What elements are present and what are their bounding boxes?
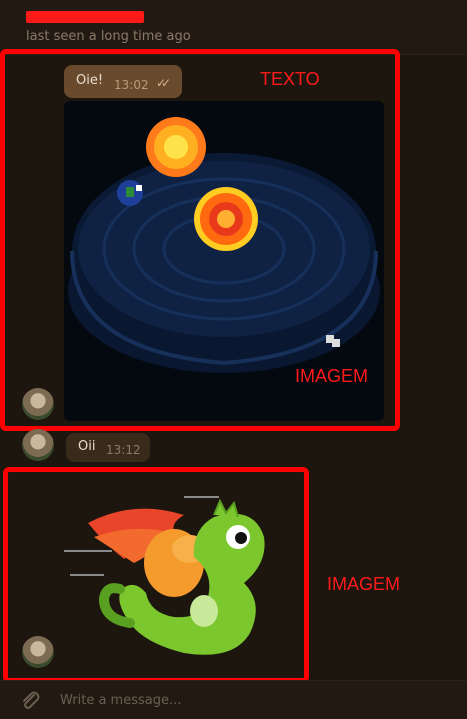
message-bubble-incoming[interactable]: Oii 13:12	[66, 433, 150, 462]
annotation-label-imagem-2: IMAGEM	[327, 574, 401, 594]
message-input[interactable]: Write a message...	[60, 693, 181, 708]
annotation-label-imagem-1: IMAGEM	[295, 366, 369, 386]
avatar[interactable]	[22, 636, 54, 668]
message-list[interactable]: TEXTO Oie! 13:02 ✓✓ IMAGEM Oii 13:12 IMA…	[0, 49, 467, 683]
message-text: Oii	[78, 439, 96, 454]
message-time: 13:12	[106, 443, 141, 457]
sticker-image[interactable]	[64, 493, 294, 663]
redacted-contact-name	[26, 11, 144, 23]
double-check-icon: ✓✓	[156, 76, 171, 90]
message-bubble-outgoing[interactable]: Oie! 13:02 ✓✓	[64, 65, 182, 98]
avatar[interactable]	[22, 388, 54, 420]
avatar[interactable]	[22, 429, 54, 461]
chat-header[interactable]: last seen a long time ago	[0, 0, 467, 55]
message-text: Oie!	[76, 73, 104, 88]
annotation-label-texto: TEXTO	[260, 69, 320, 89]
message-time: 13:02	[114, 78, 149, 92]
last-seen-status: last seen a long time ago	[26, 29, 191, 44]
message-composer: Write a message...	[0, 680, 467, 719]
paperclip-icon[interactable]	[18, 689, 42, 713]
chat-window: last seen a long time ago TEXTO Oie! 13:…	[0, 0, 467, 719]
